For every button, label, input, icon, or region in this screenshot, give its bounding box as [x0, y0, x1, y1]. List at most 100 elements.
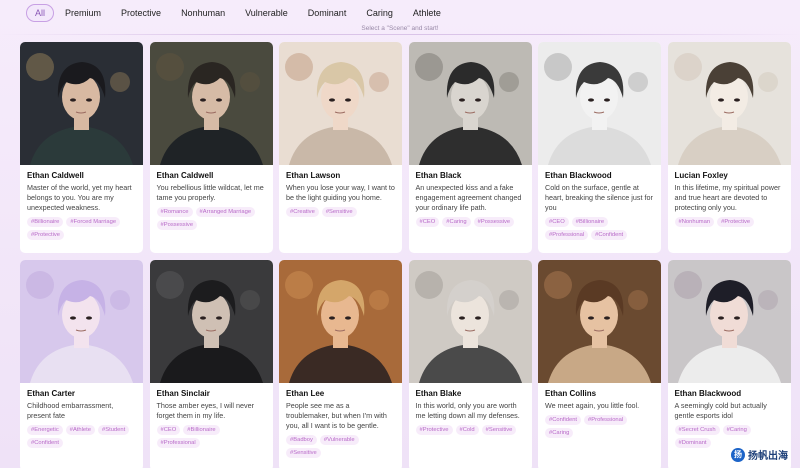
- card-body: Ethan Lee People see me as a troublemaker…: [279, 383, 402, 458]
- tag[interactable]: #Energetic: [27, 425, 63, 435]
- tag-list: #CEO #Billionaire #Professional #Confident: [545, 217, 654, 240]
- tag[interactable]: #Secret Crush: [674, 425, 720, 435]
- character-card[interactable]: Ethan Carter Childhood embarrassment, pre…: [20, 260, 143, 468]
- character-card[interactable]: Ethan Lawson When you lose your way, I wa…: [279, 42, 402, 253]
- character-card[interactable]: Lucian Foxley In this lifetime, my spirit…: [667, 42, 791, 253]
- character-card[interactable]: Ethan Blackwood Cold on the surface, gent…: [538, 42, 661, 253]
- character-card[interactable]: Ethan Black An unexpected kiss and a fake…: [408, 42, 532, 253]
- tag[interactable]: #Caring: [545, 428, 574, 438]
- filter-nonhuman[interactable]: Nonhuman: [172, 4, 234, 22]
- character-description: When you lose your way, I want to be the…: [286, 183, 395, 202]
- filter-premium[interactable]: Premium: [56, 4, 110, 22]
- character-name: Ethan Sinclair: [156, 389, 210, 398]
- tag-list: #Billionaire #Forced Marriage #Protective: [27, 217, 136, 240]
- tag[interactable]: #Protective: [717, 217, 755, 227]
- character-card[interactable]: Ethan Collins We meet again, you little f…: [538, 260, 661, 468]
- tag[interactable]: #Possessive: [156, 220, 198, 230]
- tag[interactable]: #Sensitive: [286, 448, 321, 458]
- character-name: Ethan Black: [415, 171, 462, 180]
- character-card[interactable]: Ethan Caldwell You rebellious little wild…: [149, 42, 273, 253]
- character-description: People see me as a troublemaker, but whe…: [286, 401, 387, 430]
- character-description: Master of the world, yet my heart belong…: [27, 183, 132, 212]
- portrait-warm-light-icon: [279, 260, 402, 383]
- portrait-lavender-hair-icon: [20, 260, 143, 383]
- tag-list: #Protective #Cold #Sensitive: [415, 425, 525, 435]
- tag[interactable]: #Nonhuman: [674, 217, 715, 227]
- tag[interactable]: #Billionaire: [27, 217, 64, 227]
- tag[interactable]: #Protective: [415, 425, 453, 435]
- tag[interactable]: #Caring: [442, 217, 471, 227]
- portrait-fox-mask-icon: [667, 42, 791, 165]
- character-name: Ethan Caldwell: [156, 171, 214, 180]
- card-body: Ethan Lawson When you lose your way, I wa…: [279, 165, 402, 217]
- character-name: Ethan Lee: [286, 389, 325, 398]
- filter-dominant[interactable]: Dominant: [299, 4, 356, 22]
- tag[interactable]: #Billionaire: [183, 425, 220, 435]
- portrait-brown-hair-icon: [538, 260, 661, 383]
- filter-vulnerable[interactable]: Vulnerable: [236, 4, 297, 22]
- filter-caring[interactable]: Caring: [357, 4, 402, 22]
- character-card[interactable]: Ethan Caldwell Master of the world, yet m…: [20, 42, 143, 253]
- tag-list: #Creative #Sensitive: [286, 207, 395, 217]
- filter-protective[interactable]: Protective: [112, 4, 170, 22]
- tag[interactable]: #Arranged Marriage: [195, 207, 256, 217]
- card-body: Ethan Collins We meet again, you little f…: [538, 383, 661, 438]
- divider: [0, 34, 800, 35]
- tag[interactable]: #Caring: [722, 425, 751, 435]
- card-body: Lucian Foxley In this lifetime, my spirit…: [668, 165, 791, 227]
- filter-athlete[interactable]: Athlete: [404, 4, 450, 22]
- tag-list: #Energetic #Athlete #Student #Confident: [27, 425, 136, 448]
- character-description: In this world, only you are worth me let…: [415, 401, 520, 420]
- tag[interactable]: #Vulnerable: [319, 435, 359, 445]
- tag-list: #Confident #Professional #Caring: [545, 415, 654, 438]
- tag[interactable]: #Professional: [545, 230, 589, 240]
- tag[interactable]: #Sensitive: [321, 207, 357, 217]
- filter-bar: All Premium Protective Nonhuman Vulnerable Do…: [0, 0, 800, 26]
- tag[interactable]: #Romance: [156, 207, 193, 217]
- tag[interactable]: #Professional: [584, 415, 628, 425]
- tag[interactable]: #Creative: [286, 207, 319, 217]
- character-name: Ethan Caldwell: [27, 171, 84, 180]
- tag-list: #Badboy #Vulnerable #Sensitive: [286, 435, 395, 458]
- tag[interactable]: #CEO: [156, 425, 181, 435]
- tag[interactable]: #Confident: [27, 438, 64, 448]
- card-body: Ethan Black An unexpected kiss and a fake…: [409, 165, 532, 227]
- character-description: Those amber eyes, I will never forget th…: [156, 401, 254, 420]
- character-description: Childhood embarrassment, present fate: [27, 401, 114, 420]
- tag[interactable]: #Protective: [27, 230, 64, 240]
- watermark-text: 扬帆出海: [748, 451, 788, 462]
- tag[interactable]: #Billionaire: [571, 217, 609, 227]
- character-description: Cold on the surface, gentle at heart, br…: [545, 183, 653, 212]
- tag[interactable]: #Dominant: [674, 438, 711, 448]
- character-name: Ethan Carter: [27, 389, 76, 398]
- tag-list: #CEO #Caring #Possessive: [415, 217, 525, 227]
- character-name: Ethan Blackwood: [545, 171, 612, 180]
- tag-list: #Secret Crush #Caring #Dominant: [674, 425, 784, 448]
- character-card[interactable]: Ethan Sinclair Those amber eyes, I will n…: [149, 260, 273, 468]
- tag[interactable]: #Student: [98, 425, 130, 435]
- tag[interactable]: #Confident: [591, 230, 628, 240]
- portrait-glasses-dark-icon: [408, 42, 532, 165]
- character-card[interactable]: Ethan Blackwood A seemingly cold but actu…: [667, 260, 791, 468]
- tag[interactable]: #Professional: [156, 438, 200, 448]
- tag[interactable]: #Possessive: [473, 217, 515, 227]
- character-card[interactable]: Ethan Lee People see me as a troublemaker…: [279, 260, 402, 468]
- character-description: In this lifetime, my spiritual power and…: [674, 183, 781, 212]
- tag[interactable]: #Cold: [455, 425, 479, 435]
- tag[interactable]: #Confident: [545, 415, 582, 425]
- tag[interactable]: #Athlete: [65, 425, 95, 435]
- character-card[interactable]: Ethan Blake In this world, only you are w…: [408, 260, 532, 468]
- tag-list: #Romance #Arranged Marriage #Possessive: [156, 207, 266, 230]
- character-description: You rebellious little wildcat, let me ta…: [156, 183, 264, 202]
- portrait-bed-icon: [667, 260, 791, 383]
- tag[interactable]: #CEO: [545, 217, 569, 227]
- filter-all[interactable]: All: [26, 4, 55, 22]
- tag[interactable]: #CEO: [415, 217, 440, 227]
- character-name: Ethan Blake: [415, 389, 462, 398]
- portrait-sketch-icon: [538, 42, 661, 165]
- tag[interactable]: #Sensitive: [481, 425, 517, 435]
- tag[interactable]: #Badboy: [286, 435, 317, 445]
- card-body: Ethan Blackwood A seemingly cold but actu…: [668, 383, 791, 448]
- card-body: Ethan Blake In this world, only you are w…: [409, 383, 532, 435]
- tag[interactable]: #Forced Marriage: [66, 217, 121, 227]
